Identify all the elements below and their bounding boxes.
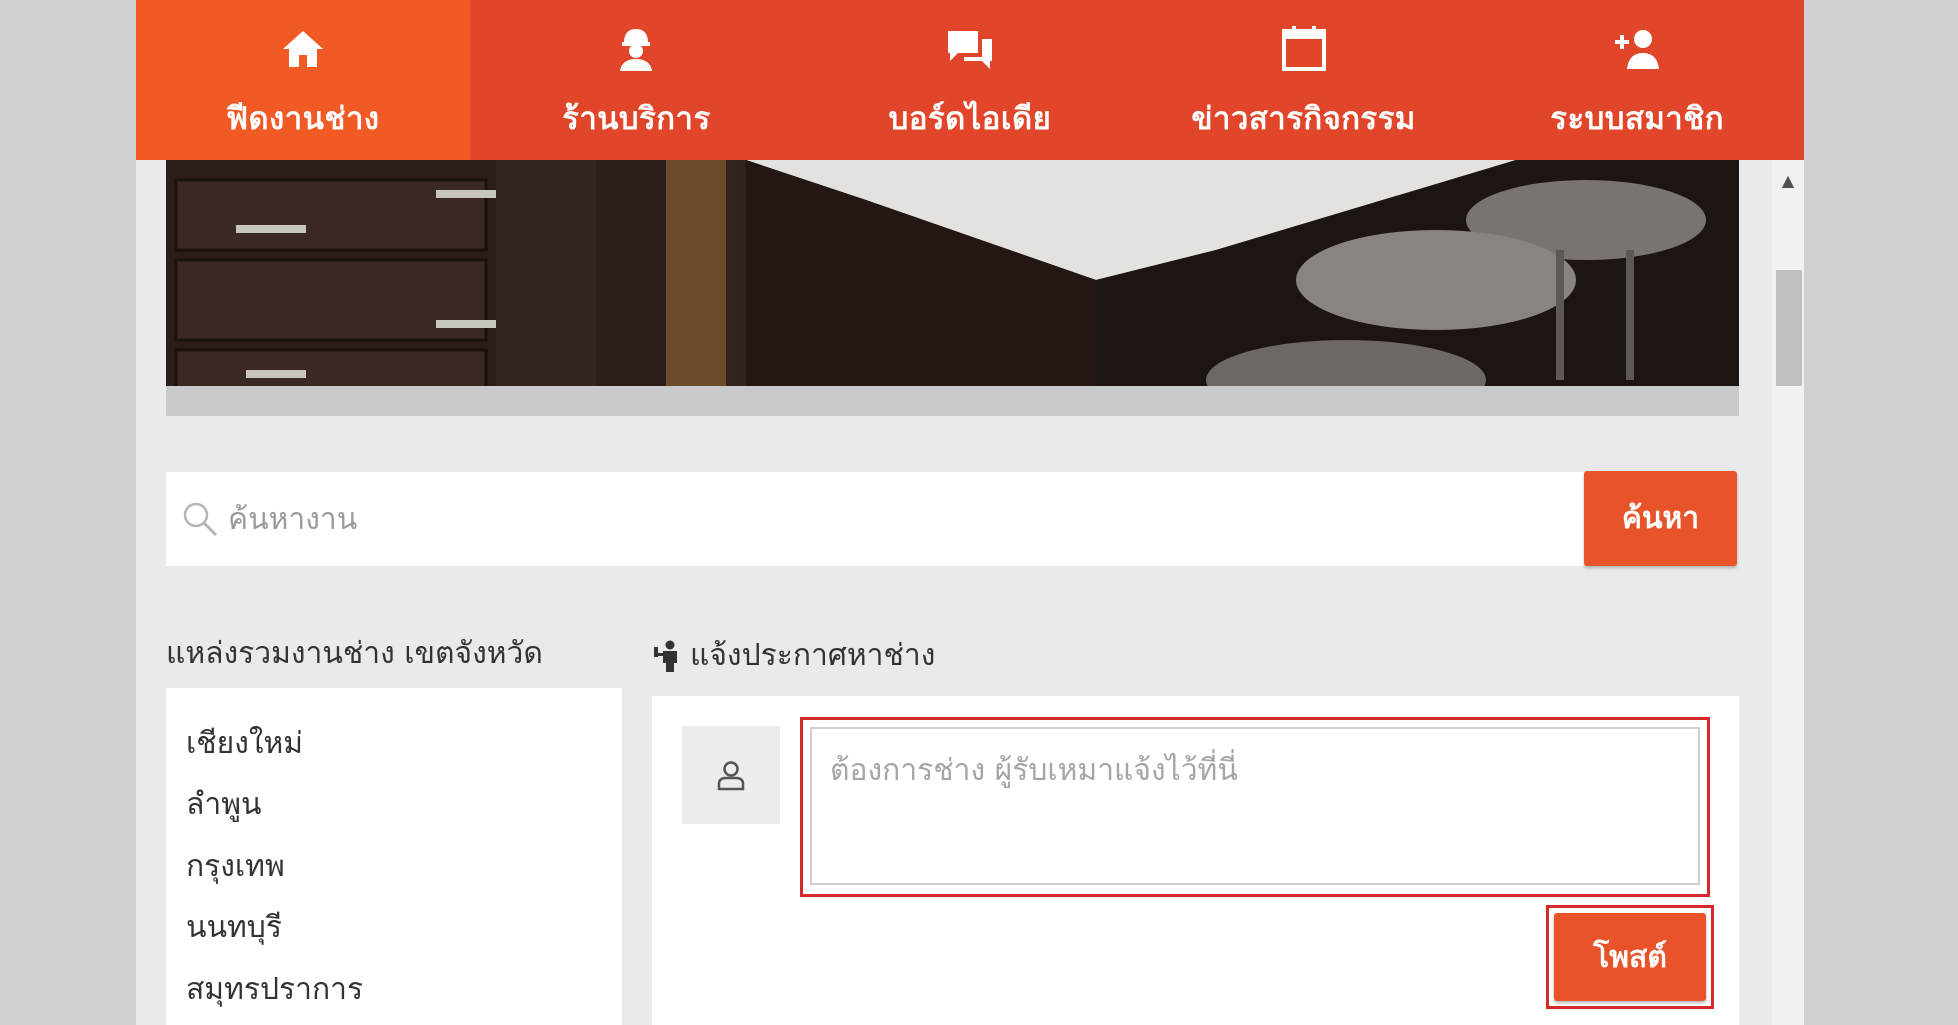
province-item[interactable]: สมุทรปราการ	[186, 966, 363, 1013]
search-input[interactable]	[226, 478, 1584, 560]
nav-item-members[interactable]: ระบบสมาชิก	[1470, 0, 1804, 160]
province-item[interactable]: เชียงใหม่	[186, 720, 303, 767]
search-button[interactable]: ค้นหา	[1584, 471, 1737, 566]
home-icon	[277, 23, 329, 75]
province-heading: แหล่งรวมงานช่าง เขตจังหวัด	[166, 636, 543, 671]
page-frame: ฟีดงานช่าง ร้านบริการ บอร์ดไอเดีย ข่าวสา…	[136, 0, 1804, 1025]
scrollbar[interactable]: ▲	[1772, 160, 1804, 1025]
nav-item-shops[interactable]: ร้านบริการ	[470, 0, 804, 160]
province-item[interactable]: ลำพูน	[186, 781, 262, 828]
province-list: เชียงใหม่ ลำพูน กรุงเทพ นนทบุรี สมุทรปรา…	[166, 688, 622, 1025]
nav-label: ข่าวสารกิจกรรม	[1191, 101, 1416, 137]
calendar-icon	[1278, 23, 1330, 75]
nav-item-news[interactable]: ข่าวสารกิจกรรม	[1137, 0, 1471, 160]
post-heading-text: แจ้งประกาศหาช่าง	[690, 638, 936, 673]
worker-icon	[610, 23, 662, 75]
scroll-thumb[interactable]	[1776, 270, 1802, 386]
post-heading: แจ้งประกาศหาช่าง	[652, 632, 935, 679]
hero-banner	[166, 160, 1739, 386]
search-icon	[180, 499, 220, 539]
hero-caption-bar	[166, 386, 1739, 416]
nav-item-feed[interactable]: ฟีดงานช่าง	[136, 0, 470, 160]
nav-label: ฟีดงานช่าง	[226, 101, 380, 137]
top-nav: ฟีดงานช่าง ร้านบริการ บอร์ดไอเดีย ข่าวสา…	[136, 0, 1804, 160]
kitchen-photo	[166, 160, 1739, 386]
nav-label: บอร์ดไอเดีย	[888, 101, 1052, 137]
province-item[interactable]: นนทบุรี	[186, 904, 282, 951]
scroll-up-arrow-icon[interactable]: ▲	[1772, 168, 1804, 192]
nav-label: ร้านบริการ	[562, 101, 711, 137]
announce-icon	[654, 640, 677, 672]
add-user-icon	[1611, 23, 1663, 75]
nav-item-idea-board[interactable]: บอร์ดไอเดีย	[803, 0, 1137, 160]
user-icon	[717, 761, 745, 791]
province-item[interactable]: กรุงเทพ	[186, 843, 285, 890]
post-textarea[interactable]	[810, 727, 1700, 885]
search-bar	[166, 472, 1584, 566]
avatar	[682, 726, 780, 824]
nav-label: ระบบสมาชิก	[1550, 101, 1725, 137]
chat-icon	[944, 23, 996, 75]
post-button[interactable]: โพสต์	[1554, 913, 1706, 1001]
